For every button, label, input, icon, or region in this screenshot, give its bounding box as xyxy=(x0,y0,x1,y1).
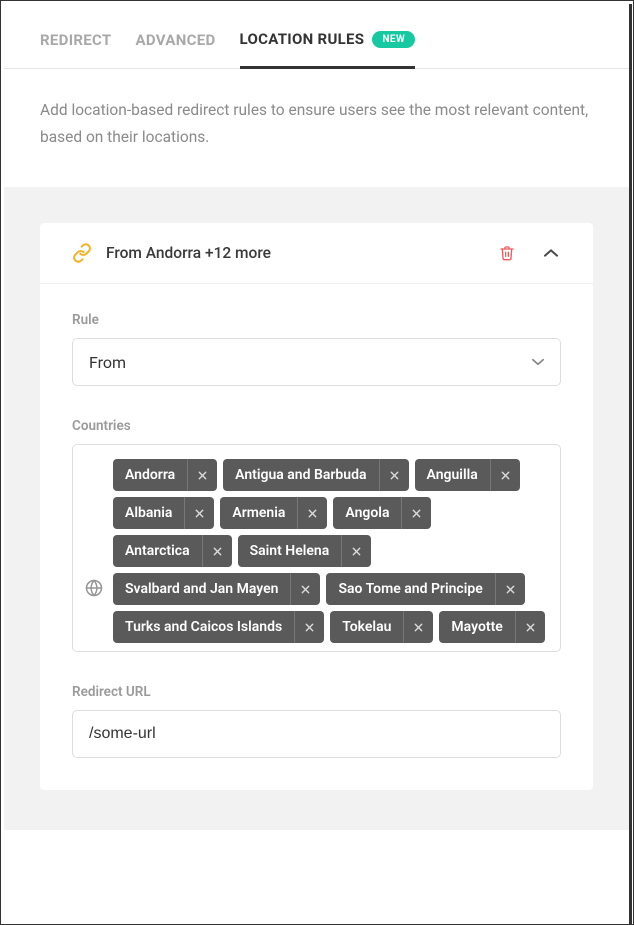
new-badge: NEW xyxy=(372,31,415,48)
close-icon[interactable] xyxy=(294,611,324,643)
rule-card-body: Rule From Countries xyxy=(40,284,593,790)
chevron-up-icon[interactable] xyxy=(543,248,559,258)
country-chip: Armenia xyxy=(220,497,327,529)
country-chip: Albania xyxy=(113,497,214,529)
close-icon[interactable] xyxy=(490,459,520,491)
close-icon[interactable] xyxy=(403,611,433,643)
trash-icon[interactable] xyxy=(499,244,515,262)
close-icon[interactable] xyxy=(290,573,320,605)
intro-text: Add location-based redirect rules to ens… xyxy=(4,69,629,187)
country-chip-label: Antarctica xyxy=(113,535,202,567)
tab-advanced[interactable]: ADVANCED xyxy=(136,31,216,67)
close-icon[interactable] xyxy=(495,573,525,605)
country-chip: Andorra xyxy=(113,459,217,491)
country-chip-label: Andorra xyxy=(113,459,187,491)
country-chip: Mayotte xyxy=(439,611,544,643)
rule-card-title: From Andorra +12 more xyxy=(106,244,499,262)
countries-label: Countries xyxy=(72,418,561,434)
rule-field: Rule From xyxy=(72,312,561,386)
country-chip: Anguilla xyxy=(415,459,520,491)
country-chip: Saint Helena xyxy=(238,535,372,567)
country-chip: Svalbard and Jan Mayen xyxy=(113,573,320,605)
country-chip-label: Mayotte xyxy=(439,611,514,643)
rule-card-header[interactable]: From Andorra +12 more xyxy=(40,223,593,284)
rules-panel: From Andorra +12 more Rule xyxy=(4,187,629,830)
tab-bar: REDIRECT ADVANCED LOCATION RULES NEW xyxy=(4,4,629,69)
redirect-url-field: Redirect URL xyxy=(72,684,561,758)
link-icon xyxy=(72,243,92,263)
country-chip: Turks and Caicos Islands xyxy=(113,611,324,643)
close-icon[interactable] xyxy=(515,611,545,643)
close-icon[interactable] xyxy=(379,459,409,491)
tab-location-rules[interactable]: LOCATION RULES NEW xyxy=(240,30,416,69)
tab-redirect[interactable]: REDIRECT xyxy=(40,31,112,67)
inner-container: REDIRECT ADVANCED LOCATION RULES NEW Add… xyxy=(4,4,632,924)
country-chip-label: Tokelau xyxy=(330,611,403,643)
country-chip-label: Turks and Caicos Islands xyxy=(113,611,294,643)
country-chip: Tokelau xyxy=(330,611,433,643)
country-chip-label: Sao Tome and Principe xyxy=(326,573,494,605)
country-chip-label: Armenia xyxy=(220,497,297,529)
rule-label: Rule xyxy=(72,312,561,328)
close-icon[interactable] xyxy=(184,497,214,529)
redirect-url-input[interactable] xyxy=(72,710,561,758)
rule-select-wrap: From xyxy=(72,338,561,386)
country-chip-label: Antigua and Barbuda xyxy=(223,459,378,491)
close-icon[interactable] xyxy=(187,459,217,491)
rule-card: From Andorra +12 more Rule xyxy=(40,223,593,790)
countries-field: Countries Andorra Antigua and Barbuda Angu… xyxy=(72,418,561,652)
country-chip-label: Anguilla xyxy=(415,459,490,491)
country-chip-label: Angola xyxy=(333,497,401,529)
country-chip: Angola xyxy=(333,497,431,529)
globe-icon xyxy=(85,579,103,597)
rule-select[interactable]: From xyxy=(72,338,561,386)
close-icon[interactable] xyxy=(297,497,327,529)
tab-location-rules-label: LOCATION RULES xyxy=(240,30,365,48)
redirect-url-label: Redirect URL xyxy=(72,684,561,700)
country-chip: Antarctica xyxy=(113,535,232,567)
close-icon[interactable] xyxy=(341,535,371,567)
countries-input[interactable]: Andorra Antigua and Barbuda Anguilla Albani… xyxy=(72,444,561,652)
country-chip: Sao Tome and Principe xyxy=(326,573,524,605)
country-chip: Antigua and Barbuda xyxy=(223,459,408,491)
country-chip-label: Albania xyxy=(113,497,184,529)
close-icon[interactable] xyxy=(202,535,232,567)
app-frame: REDIRECT ADVANCED LOCATION RULES NEW Add… xyxy=(0,0,634,925)
country-chip-label: Svalbard and Jan Mayen xyxy=(113,573,290,605)
close-icon[interactable] xyxy=(401,497,431,529)
countries-chip-list: Andorra Antigua and Barbuda Anguilla Albani… xyxy=(113,459,548,643)
country-chip-label: Saint Helena xyxy=(238,535,342,567)
